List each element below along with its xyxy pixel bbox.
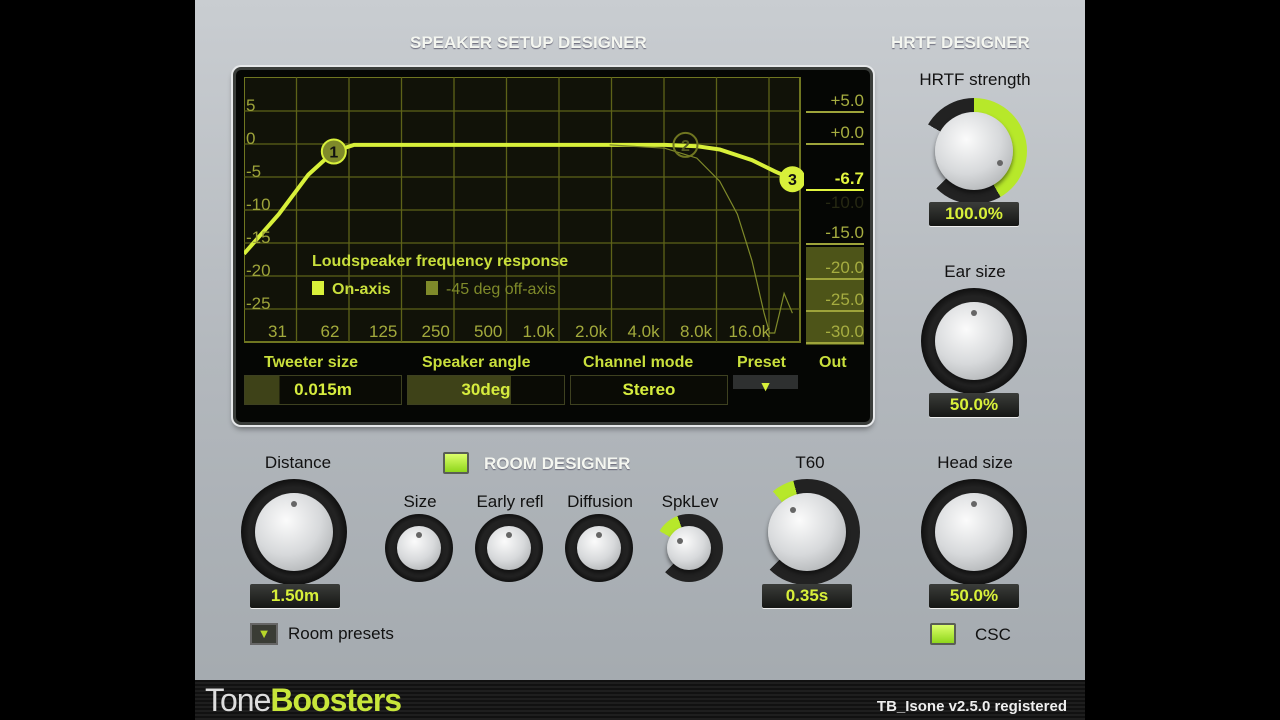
- hrtf-strength-knob[interactable]: [921, 98, 1027, 204]
- speaker-angle-field[interactable]: 30deg: [407, 375, 565, 405]
- y-tick-label: -5: [246, 162, 262, 181]
- legend-title: Loudspeaker frequency response: [312, 253, 569, 270]
- spklev-knob[interactable]: [655, 514, 723, 582]
- csc-label: CSC: [975, 625, 1011, 644]
- room-designer-toggle[interactable]: [443, 452, 469, 474]
- speaker-display: 1 2 3 5 0 -5 -10 -15 -20 -25 31 62 125 250 500 1.0k 2.…: [233, 67, 873, 425]
- x-tick-label: 2.0k: [575, 322, 608, 341]
- t60-value[interactable]: 0.35s: [762, 584, 852, 608]
- size-label: Size: [403, 492, 437, 511]
- head-size-label: Head size: [937, 453, 1013, 472]
- size-knob[interactable]: [385, 514, 453, 582]
- y-tick-label: -20: [246, 261, 271, 280]
- out-label: Out: [819, 354, 847, 371]
- hrtf-strength-label: HRTF strength: [919, 70, 1031, 89]
- frequency-response-plot[interactable]: 1 2 3: [244, 77, 804, 345]
- distance-value[interactable]: 1.50m: [250, 584, 340, 608]
- out-meter: +5.0 +0.0 -6.7 -10.0 -15.0 -20.0 -25.0 -30.0: [806, 77, 864, 345]
- y-tick-label: 0: [246, 129, 256, 148]
- out-meter-tick: +0.0: [806, 123, 864, 145]
- ear-size-label: Ear size: [944, 262, 1006, 281]
- tweeter-size-label: Tweeter size: [264, 354, 358, 371]
- plugin-panel: SPEAKER SETUP DESIGNER HRTF DESIGNER 1 2 3…: [195, 0, 1085, 720]
- x-tick-label: 31: [268, 322, 287, 341]
- distance-label: Distance: [264, 453, 332, 472]
- distance-knob[interactable]: [241, 479, 347, 585]
- diffusion-label: Diffusion: [567, 492, 633, 511]
- head-size-value[interactable]: 50.0%: [929, 584, 1019, 608]
- legend-on-axis: On-axis: [312, 281, 391, 299]
- triangle-down-icon: ▼: [257, 626, 271, 641]
- speaker-setup-title: SPEAKER SETUP DESIGNER: [410, 33, 647, 52]
- t60-knob[interactable]: [754, 479, 860, 585]
- out-meter-tick: -20.0: [806, 258, 864, 280]
- out-meter-tick: -6.7: [806, 169, 864, 191]
- response-point-label: 3: [788, 172, 797, 189]
- triangle-down-icon: ▼: [758, 378, 773, 394]
- out-meter-tick: -25.0: [806, 290, 864, 312]
- out-meter-tick: -10.0: [825, 193, 864, 212]
- x-tick-label: 8.0k: [680, 322, 713, 341]
- y-tick-label: -10: [246, 195, 271, 214]
- response-point-label: 1: [329, 145, 338, 162]
- version-label: TB_Isone v2.5.0 registered: [876, 698, 1067, 715]
- y-tick-label: -15: [246, 228, 271, 247]
- channel-mode-field[interactable]: Stereo: [570, 375, 728, 405]
- footer: ToneBoosters TB_Isone v2.5.0 registered: [195, 680, 1085, 720]
- out-meter-tick: -30.0: [806, 322, 864, 344]
- y-tick-label: 5: [246, 96, 256, 115]
- early-refl-knob[interactable]: [475, 514, 543, 582]
- out-meter-tick: +5.0: [806, 91, 864, 113]
- head-size-knob[interactable]: [921, 479, 1027, 585]
- hrtf-strength-value[interactable]: 100.0%: [929, 202, 1019, 226]
- ear-size-value[interactable]: 50.0%: [929, 393, 1019, 417]
- x-tick-label: 4.0k: [627, 322, 660, 341]
- x-tick-label: 250: [421, 322, 450, 341]
- x-tick-label: 16.0k: [728, 322, 771, 341]
- preset-label: Preset: [737, 354, 786, 371]
- speaker-angle-label: Speaker angle: [422, 354, 531, 371]
- spklev-label: SpkLev: [661, 492, 719, 511]
- hrtf-designer-title: HRTF DESIGNER: [891, 33, 1030, 52]
- early-refl-label: Early refl: [476, 492, 544, 511]
- response-point-label: 2: [681, 138, 690, 155]
- tweeter-size-field[interactable]: 0.015m: [244, 375, 402, 405]
- room-designer-title: ROOM DESIGNER: [484, 454, 631, 473]
- x-tick-label: 62: [320, 322, 340, 341]
- diffusion-knob[interactable]: [565, 514, 633, 582]
- x-tick-label: 1.0k: [522, 322, 555, 341]
- legend-off-axis: -45 deg off-axis: [426, 281, 556, 299]
- t60-label: T60: [795, 453, 825, 472]
- room-presets-label: Room presets: [288, 624, 394, 643]
- csc-toggle[interactable]: [930, 623, 956, 645]
- room-presets-button[interactable]: ▼: [250, 623, 278, 645]
- x-tick-label: 125: [369, 322, 398, 341]
- x-tick-label: 500: [474, 322, 503, 341]
- channel-mode-label: Channel mode: [583, 354, 694, 371]
- y-tick-label: -25: [246, 294, 271, 313]
- out-meter-tick: -15.0: [806, 223, 864, 245]
- ear-size-knob[interactable]: [921, 288, 1027, 394]
- tonebooster-logo: ToneBoosters: [205, 682, 402, 718]
- preset-dropdown-button[interactable]: ▼: [733, 375, 798, 394]
